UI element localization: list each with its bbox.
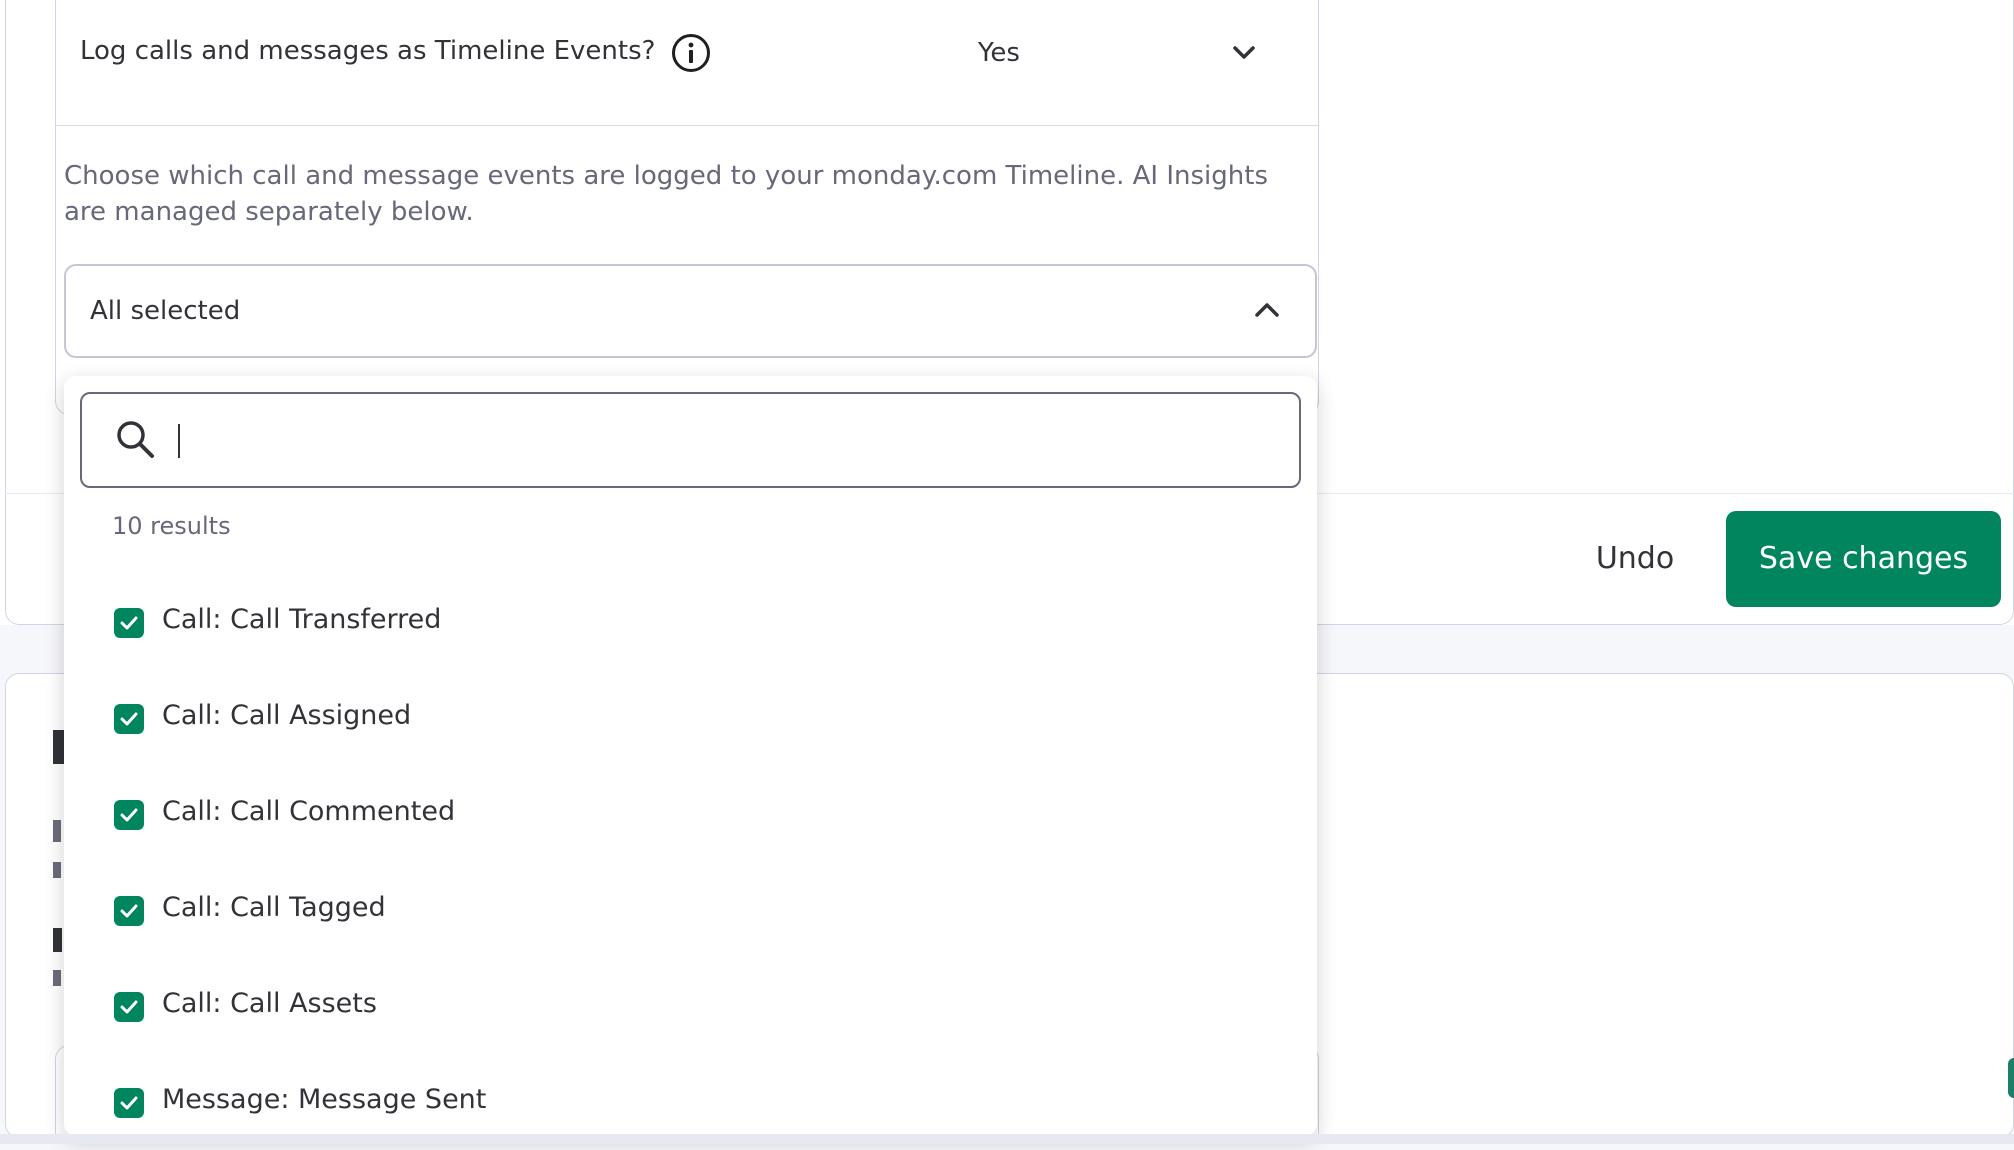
chevron-down-icon[interactable] xyxy=(1232,44,1256,62)
list-item-label: Call: Call Tagged xyxy=(162,892,386,923)
undo-button[interactable]: Undo xyxy=(1580,514,1690,604)
list-item-label: Call: Call Transferred xyxy=(162,604,442,635)
timeline-events-label: Log calls and messages as Timeline Event… xyxy=(80,36,656,66)
checkmark-icon xyxy=(120,616,138,630)
list-item[interactable]: Call: Call Assigned xyxy=(64,670,1317,766)
obscured-text-fragment xyxy=(53,970,61,986)
panel-divider xyxy=(55,125,1319,126)
checkbox-checked[interactable] xyxy=(114,992,144,1022)
list-item[interactable]: Call: Call Assets xyxy=(64,958,1317,1054)
events-multiselect-value: All selected xyxy=(90,296,241,326)
checkbox-checked[interactable] xyxy=(114,800,144,830)
checkbox-checked[interactable] xyxy=(114,704,144,734)
obscured-text-fragment xyxy=(53,820,61,842)
obscured-text-fragment xyxy=(53,928,62,952)
list-item[interactable]: Call: Call Commented xyxy=(64,766,1317,862)
list-item-label: Call: Call Commented xyxy=(162,796,456,827)
floating-help-button-edge[interactable] xyxy=(2008,1058,2014,1098)
checkmark-icon xyxy=(120,1096,138,1110)
save-changes-button[interactable]: Save changes xyxy=(1726,511,2001,607)
list-item-label: Call: Call Assets xyxy=(162,988,377,1019)
chevron-up-icon[interactable] xyxy=(1254,300,1280,320)
search-icon xyxy=(114,418,156,460)
checkbox-checked[interactable] xyxy=(114,1088,144,1118)
list-item-label: Call: Call Assigned xyxy=(162,700,412,731)
results-count: 10 results xyxy=(112,512,231,540)
info-icon[interactable] xyxy=(671,33,711,73)
dropdown-search-input[interactable] xyxy=(172,410,1272,470)
checkmark-icon xyxy=(120,904,138,918)
text-caret xyxy=(178,424,180,458)
list-item[interactable]: Call: Call Transferred xyxy=(64,574,1317,670)
checkmark-icon xyxy=(120,808,138,822)
checkbox-checked[interactable] xyxy=(114,896,144,926)
checkmark-icon xyxy=(120,1000,138,1014)
window-bottom-edge xyxy=(0,1134,2014,1144)
obscured-text-fragment xyxy=(53,862,61,878)
checkbox-checked[interactable] xyxy=(114,608,144,638)
list-item-label: Message: Message Sent xyxy=(162,1084,487,1115)
events-description: Choose which call and message events are… xyxy=(64,161,1268,227)
events-multiselect[interactable] xyxy=(64,264,1317,358)
timeline-events-value[interactable]: Yes xyxy=(978,38,1020,68)
checkmark-icon xyxy=(120,712,138,726)
list-item[interactable]: Call: Call Tagged xyxy=(64,862,1317,958)
